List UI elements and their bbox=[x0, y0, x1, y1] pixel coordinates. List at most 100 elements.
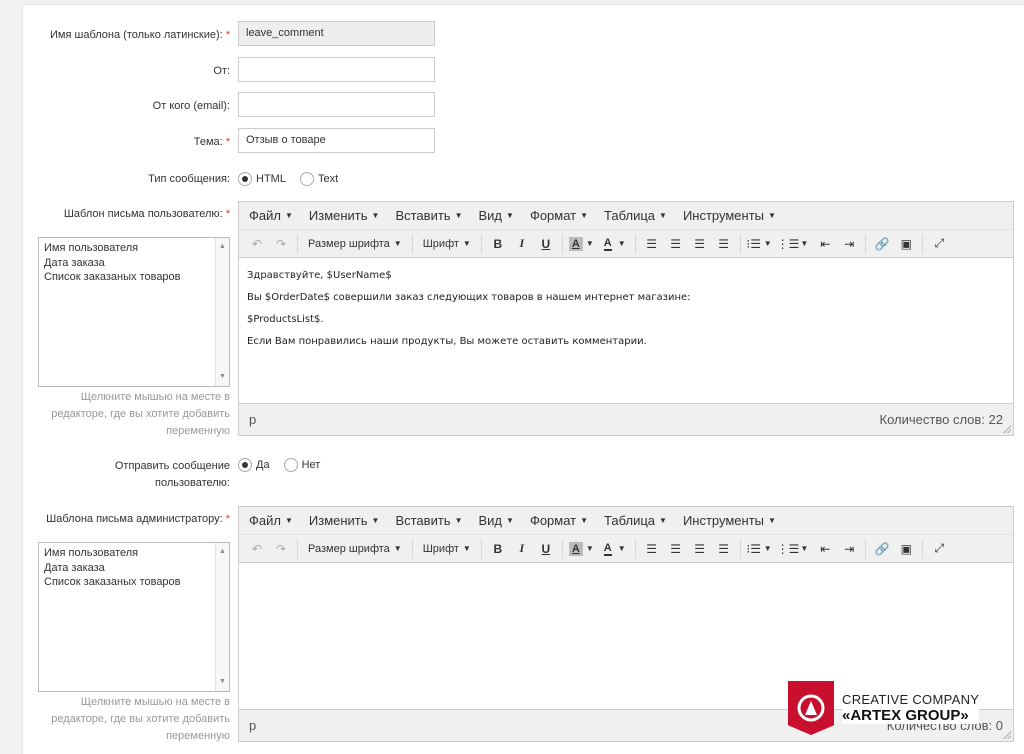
redo-icon[interactable]: ↷ bbox=[269, 538, 293, 560]
bullet-list-icon[interactable]: ⁝☰ bbox=[745, 538, 763, 560]
redo-icon[interactable]: ↷ bbox=[269, 233, 293, 255]
font-size-dropdown[interactable]: Размер шрифта ▼ bbox=[302, 233, 408, 255]
message-type-label: Тип сообщения: bbox=[148, 173, 230, 185]
variable-item[interactable]: Имя пользователя bbox=[44, 241, 224, 256]
radio-yes[interactable] bbox=[238, 458, 252, 472]
align-justify-icon[interactable]: ☰ bbox=[712, 538, 736, 560]
menu-tools[interactable]: Инструменты ▼ bbox=[683, 513, 776, 528]
element-path[interactable]: p bbox=[249, 412, 256, 427]
menu-format[interactable]: Формат ▼ bbox=[530, 208, 588, 223]
link-icon[interactable]: 🔗 bbox=[870, 538, 894, 560]
italic-button[interactable]: I bbox=[510, 233, 534, 255]
scroll-down-icon[interactable]: ▼ bbox=[219, 370, 226, 385]
menu-tools[interactable]: Инструменты ▼ bbox=[683, 208, 776, 223]
highlight-color-button[interactable]: A bbox=[567, 538, 585, 560]
content-line: Если Вам понравились наши продукты, Вы м… bbox=[247, 336, 647, 347]
variable-item[interactable]: Список заказаных товаров bbox=[44, 575, 224, 590]
outdent-icon[interactable]: ⇤ bbox=[813, 538, 837, 560]
indent-icon[interactable]: ⇥ bbox=[837, 538, 861, 560]
user-editor-statusbar: p Количество слов: 22 bbox=[239, 403, 1013, 435]
radio-text[interactable] bbox=[299, 172, 314, 186]
image-icon[interactable]: ▣ bbox=[894, 233, 918, 255]
admin-variables-list[interactable]: Имя пользователя Дата заказа Список зака… bbox=[38, 542, 230, 692]
undo-icon[interactable]: ↶ bbox=[245, 538, 269, 560]
menu-edit[interactable]: Изменить ▼ bbox=[309, 208, 380, 223]
align-right-icon[interactable]: ☰ bbox=[688, 538, 712, 560]
italic-button[interactable]: I bbox=[510, 538, 534, 560]
align-center-icon[interactable]: ☰ bbox=[664, 233, 688, 255]
variable-item[interactable]: Дата заказа bbox=[44, 561, 224, 576]
outdent-icon[interactable]: ⇤ bbox=[813, 233, 837, 255]
align-center-icon[interactable]: ☰ bbox=[664, 538, 688, 560]
align-justify-icon[interactable]: ☰ bbox=[712, 233, 736, 255]
align-left-icon[interactable]: ☰ bbox=[640, 233, 664, 255]
user-template-label: Шаблон письма пользователю: * bbox=[63, 208, 230, 220]
numbered-list-icon[interactable]: ⋮☰ bbox=[777, 233, 800, 255]
link-icon[interactable]: 🔗 bbox=[870, 233, 894, 255]
editor-toolbar: ↶ ↷ Размер шрифта ▼ Шрифт ▼ B I U A ▼ A ▼ ☰ … bbox=[239, 230, 1013, 258]
menu-view[interactable]: Вид ▼ bbox=[478, 513, 513, 528]
font-size-dropdown[interactable]: Размер шрифта ▼ bbox=[302, 538, 408, 560]
subject-input[interactable]: Отзыв о товаре bbox=[238, 128, 435, 153]
variable-item[interactable]: Список заказаных товаров bbox=[44, 270, 224, 285]
from-input[interactable] bbox=[238, 57, 435, 82]
user-variables-list[interactable]: Имя пользователя Дата заказа Список зака… bbox=[38, 237, 230, 387]
admin-hint: Щелкните мышью на месте в редакторе, где … bbox=[51, 696, 230, 742]
user-editor-content[interactable]: Здравствуйте, $UserName$ Вы $OrderDate$ … bbox=[239, 258, 1013, 403]
numbered-list-caret-icon[interactable]: ▼ bbox=[800, 239, 808, 248]
resize-grip-icon[interactable] bbox=[1003, 731, 1011, 739]
content-line: $ProductsList$. bbox=[247, 314, 324, 325]
from-email-input[interactable] bbox=[238, 92, 435, 117]
font-color-button[interactable]: A bbox=[599, 538, 617, 560]
menu-format[interactable]: Формат ▼ bbox=[530, 513, 588, 528]
align-left-icon[interactable]: ☰ bbox=[640, 538, 664, 560]
font-color-caret-icon[interactable]: ▼ bbox=[618, 544, 626, 553]
scroll-down-icon[interactable]: ▼ bbox=[219, 675, 226, 690]
fullscreen-icon[interactable]: ⤢ bbox=[927, 233, 951, 255]
editor-toolbar: ↶ ↷ Размер шрифта ▼ Шрифт ▼ B I U A ▼ A ▼ ☰ … bbox=[239, 535, 1013, 563]
bullet-list-caret-icon[interactable]: ▼ bbox=[764, 239, 772, 248]
radio-no[interactable] bbox=[283, 458, 298, 472]
radio-html[interactable] bbox=[238, 172, 252, 186]
resize-grip-icon[interactable] bbox=[1003, 425, 1011, 433]
variable-item[interactable]: Имя пользователя bbox=[44, 546, 224, 561]
menu-file[interactable]: Файл ▼ bbox=[249, 208, 293, 223]
highlight-caret-icon[interactable]: ▼ bbox=[586, 239, 594, 248]
bullet-list-caret-icon[interactable]: ▼ bbox=[764, 544, 772, 553]
fullscreen-icon[interactable]: ⤢ bbox=[927, 538, 951, 560]
admin-template-label: Шаблона письма администратору: * bbox=[46, 513, 230, 525]
numbered-list-caret-icon[interactable]: ▼ bbox=[800, 544, 808, 553]
menu-file[interactable]: Файл ▼ bbox=[249, 513, 293, 528]
template-name-input[interactable]: leave_comment bbox=[238, 21, 435, 46]
menu-view[interactable]: Вид ▼ bbox=[478, 208, 513, 223]
indent-icon[interactable]: ⇥ bbox=[837, 233, 861, 255]
font-dropdown[interactable]: Шрифт ▼ bbox=[417, 233, 477, 255]
artex-logo-icon bbox=[788, 681, 834, 735]
menu-insert[interactable]: Вставить ▼ bbox=[395, 513, 462, 528]
numbered-list-icon[interactable]: ⋮☰ bbox=[777, 538, 800, 560]
underline-button[interactable]: U bbox=[534, 538, 558, 560]
scrollbar[interactable]: ▲ ▼ bbox=[215, 238, 229, 386]
menu-table[interactable]: Таблица ▼ bbox=[604, 208, 667, 223]
underline-button[interactable]: U bbox=[534, 233, 558, 255]
element-path[interactable]: p bbox=[249, 718, 256, 733]
font-color-button[interactable]: A bbox=[599, 233, 617, 255]
scrollbar[interactable]: ▲ ▼ bbox=[215, 543, 229, 691]
highlight-color-button[interactable]: A bbox=[567, 233, 585, 255]
font-dropdown[interactable]: Шрифт ▼ bbox=[417, 538, 477, 560]
undo-icon[interactable]: ↶ bbox=[245, 233, 269, 255]
bullet-list-icon[interactable]: ⁝☰ bbox=[745, 233, 763, 255]
variable-item[interactable]: Дата заказа bbox=[44, 256, 224, 271]
align-right-icon[interactable]: ☰ bbox=[688, 233, 712, 255]
subject-label: Тема: * bbox=[193, 136, 230, 148]
menu-insert[interactable]: Вставить ▼ bbox=[395, 208, 462, 223]
font-color-caret-icon[interactable]: ▼ bbox=[618, 239, 626, 248]
scroll-up-icon[interactable]: ▲ bbox=[219, 545, 226, 560]
bold-button[interactable]: B bbox=[486, 538, 510, 560]
menu-table[interactable]: Таблица ▼ bbox=[604, 513, 667, 528]
image-icon[interactable]: ▣ bbox=[894, 538, 918, 560]
bold-button[interactable]: B bbox=[486, 233, 510, 255]
scroll-up-icon[interactable]: ▲ bbox=[219, 240, 226, 255]
menu-edit[interactable]: Изменить ▼ bbox=[309, 513, 380, 528]
highlight-caret-icon[interactable]: ▼ bbox=[586, 544, 594, 553]
